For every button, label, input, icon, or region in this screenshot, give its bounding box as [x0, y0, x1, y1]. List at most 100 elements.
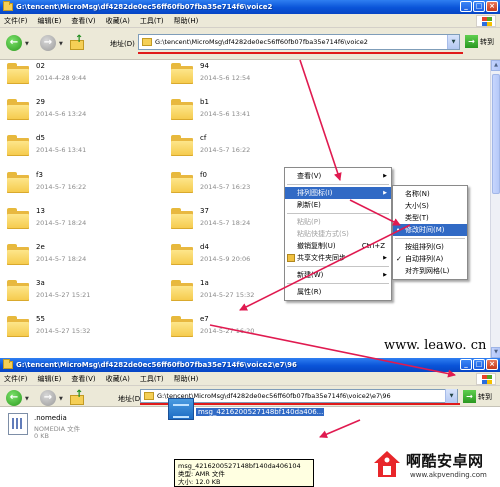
back-button[interactable]: ←	[6, 390, 22, 406]
folder-icon	[3, 1, 13, 11]
folder-item[interactable]: 55 2014-5-27 15:32	[0, 313, 150, 343]
menu-item[interactable]: 类型(T)	[393, 212, 467, 224]
scroll-thumb[interactable]	[492, 74, 500, 194]
folder-name: 37	[200, 206, 209, 215]
folder-icon	[170, 61, 194, 85]
nomedia-file[interactable]: .nomedia NOMEDIA 文件 0 KB	[0, 411, 130, 441]
back-dropdown-icon[interactable]: ▼	[25, 396, 29, 402]
title-bar[interactable]: G:\tencent\MicroMsg\df4282de0ec56ff60fb0…	[0, 358, 500, 372]
menu-item[interactable]: • 修改时间(M)	[393, 224, 467, 236]
folder-date: 2014-5-27 16:20	[200, 327, 255, 336]
menu-item[interactable]: 属性(R)	[285, 286, 391, 298]
folder-item[interactable]: d5 2014-5-6 13:41	[0, 132, 150, 162]
amr-file-name[interactable]: msg_4216200527148bf140da406...	[196, 408, 324, 416]
menu-favorites[interactable]: 收藏(A)	[106, 16, 130, 26]
minimize-button[interactable]: _	[460, 359, 472, 370]
up-arrow-icon: ↑	[75, 34, 84, 45]
folder-name: f3	[36, 170, 43, 179]
up-arrow-icon: ↑	[75, 389, 84, 400]
forward-dropdown-icon[interactable]: ▼	[59, 41, 63, 47]
menu-item[interactable]: 排列图标(I) ▶	[285, 187, 391, 199]
back-button[interactable]: ←	[6, 35, 22, 51]
menu-separator	[395, 238, 465, 239]
menu-file[interactable]: 文件(F)	[4, 374, 28, 384]
menu-help[interactable]: 帮助(H)	[174, 374, 199, 384]
folder-date: 2014-5-9 20:06	[200, 255, 251, 263]
menu-favorites[interactable]: 收藏(A)	[106, 374, 130, 384]
close-button[interactable]: ×	[486, 1, 498, 12]
menu-item[interactable]: 大小(S)	[393, 200, 467, 212]
menu-item-label: 按组排列(G)	[405, 243, 444, 251]
folder-name: 02	[36, 62, 45, 70]
window-title: G:\tencent\MicroMsg\df4282de0ec56ff60fb0…	[16, 361, 297, 369]
audio-file-icon[interactable]	[168, 398, 194, 420]
maximize-button[interactable]: □	[473, 359, 485, 370]
folder-item[interactable]: 3a 2014-5-27 15:21	[0, 277, 150, 307]
menu-view[interactable]: 查看(V)	[71, 16, 95, 26]
menu-item[interactable]: 刷新(E)	[285, 199, 391, 211]
menu-tools[interactable]: 工具(T)	[140, 374, 164, 384]
close-button[interactable]: ×	[486, 359, 498, 370]
vertical-scrollbar[interactable]: ▲ ▼	[490, 60, 500, 358]
menu-item[interactable]: 撤销复制(U) Ctrl+Z	[285, 240, 391, 252]
menu-item-label: 新建(W)	[297, 271, 324, 279]
file-size: 0 KB	[34, 432, 49, 440]
forward-button[interactable]: →	[40, 390, 56, 406]
menu-item[interactable]: ✓ 自动排列(A)	[393, 253, 467, 265]
go-button[interactable]: → 转到	[465, 35, 494, 48]
submenu-arrow-icon: ▶	[383, 190, 387, 196]
folder-item[interactable]: f3 2014-5-7 16:22	[0, 169, 150, 199]
folder-date: 2014-5-27 15:32	[200, 291, 255, 300]
folder-item[interactable]: 13 2014-5-7 18:24	[0, 205, 150, 235]
forward-button[interactable]: →	[40, 35, 56, 51]
submenu-arrow-icon: ▶	[383, 272, 387, 278]
folder-item[interactable]: e7 2014-5-27 16:20	[164, 313, 314, 343]
folder-item[interactable]: 02 2014-4-28 9:44	[0, 60, 150, 90]
up-folder-button[interactable]: ↑	[70, 389, 86, 405]
scroll-down-button[interactable]: ▼	[491, 347, 500, 358]
document-icon	[8, 413, 28, 435]
folder-icon	[170, 206, 194, 230]
forward-dropdown-icon[interactable]: ▼	[59, 396, 63, 402]
maximize-button[interactable]: □	[473, 1, 485, 12]
menu-item[interactable]: 按组排列(G)	[393, 241, 467, 253]
address-dropdown-icon[interactable]: ▼	[445, 389, 457, 403]
menu-item-label: 粘贴快捷方式(S)	[297, 230, 349, 238]
menu-view[interactable]: 查看(V)	[71, 374, 95, 384]
address-text[interactable]: G:\tencent\MicroMsg\df4282de0ec56ff60fb0…	[157, 392, 445, 400]
folder-item[interactable]: 29 2014-5-6 13:24	[0, 96, 150, 126]
minimize-button[interactable]: _	[460, 1, 472, 12]
folder-item[interactable]: b1 2014-5-6 13:41	[164, 96, 314, 126]
address-bar[interactable]: G:\tencent\MicroMsg\df4282de0ec56ff60fb0…	[138, 34, 460, 50]
menu-edit[interactable]: 编辑(E)	[38, 16, 62, 26]
menu-file[interactable]: 文件(F)	[4, 16, 28, 26]
folder-date: 2014-5-6 12:54	[200, 74, 251, 82]
menu-item[interactable]: 共享文件夹同步 ▶	[285, 252, 391, 264]
windows-logo-icon	[476, 373, 496, 385]
menu-help[interactable]: 帮助(H)	[174, 16, 199, 26]
go-label: 转到	[478, 392, 492, 401]
address-text[interactable]: G:\tencent\MicroMsg\df4282de0ec56ff60fb0…	[155, 38, 447, 46]
menu-item[interactable]: 名称(N)	[393, 188, 467, 200]
menu-tools[interactable]: 工具(T)	[140, 16, 164, 26]
folder-item[interactable]: cf 2014-5-7 16:22	[164, 132, 314, 162]
menu-item[interactable]: 查看(V) ▶	[285, 170, 391, 182]
menu-mark-icon: •	[396, 226, 401, 234]
arrange-icons-submenu: 名称(N) 大小(S) 类型(T) • 修改时间(M) 按组排列(G) ✓ 自动排列(A) 对齐…	[392, 185, 468, 280]
menu-item-label: 刷新(E)	[297, 201, 321, 209]
menu-edit[interactable]: 编辑(E)	[38, 374, 62, 384]
menu-item[interactable]: 新建(W) ▶	[285, 269, 391, 281]
scroll-up-button[interactable]: ▲	[491, 60, 500, 71]
menu-item[interactable]: 对齐到网格(L)	[393, 265, 467, 277]
menu-item: 粘贴快捷方式(S)	[285, 228, 391, 240]
back-dropdown-icon[interactable]: ▼	[25, 41, 29, 47]
folder-item[interactable]: 94 2014-5-6 12:54	[164, 60, 314, 90]
folder-name: d4	[200, 243, 209, 251]
up-folder-button[interactable]: ↑	[70, 34, 86, 50]
folder-icon	[3, 359, 13, 369]
address-label: 地址(D)	[110, 40, 135, 48]
folder-item[interactable]: 2e 2014-5-7 18:24	[0, 241, 150, 271]
title-bar[interactable]: G:\tencent\MicroMsg\df4282de0ec56ff60fb0…	[0, 0, 500, 14]
address-dropdown-icon[interactable]: ▼	[447, 35, 459, 49]
go-button[interactable]: → 转到	[463, 390, 492, 403]
